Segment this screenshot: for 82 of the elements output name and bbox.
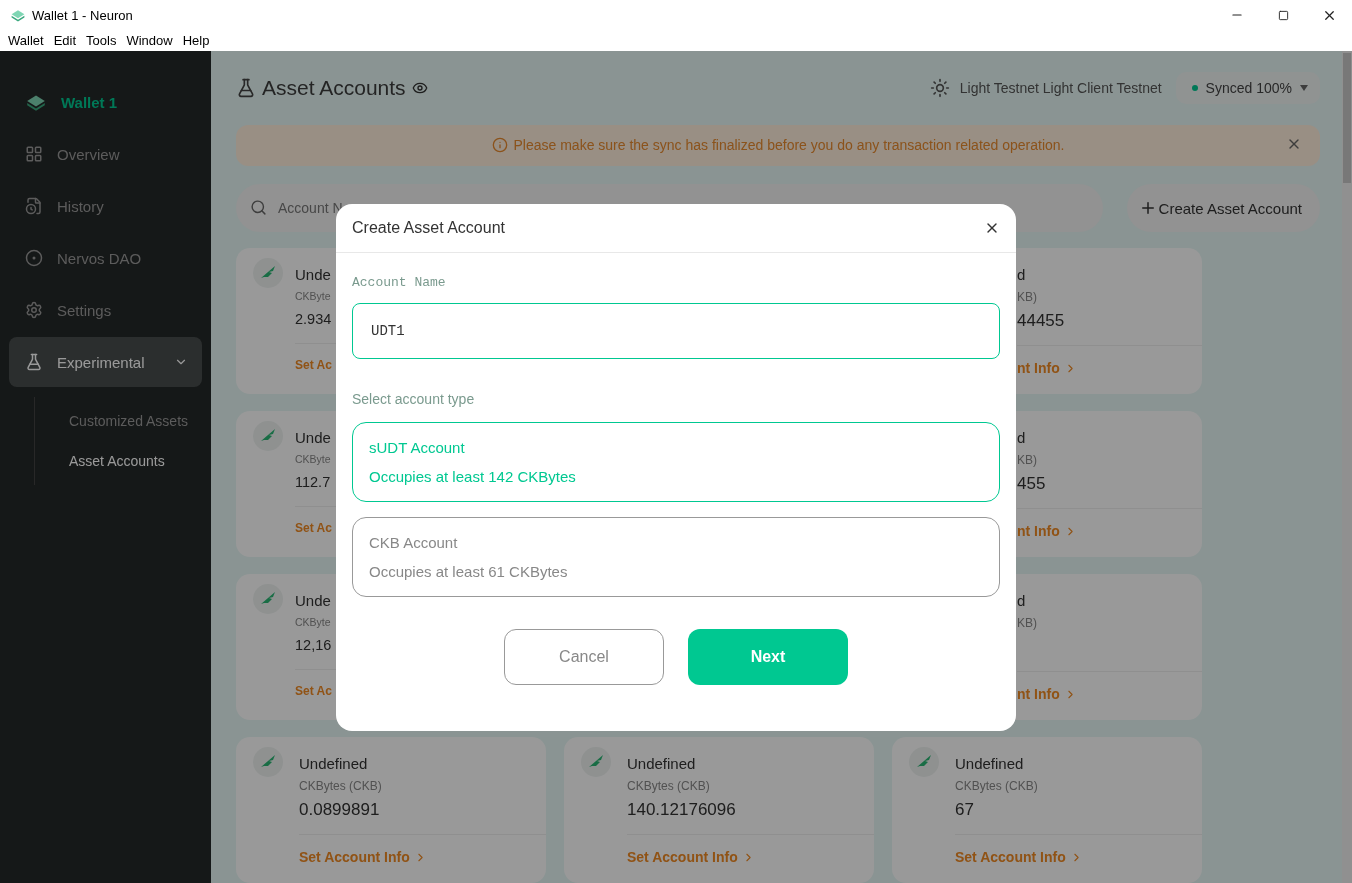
menu-item[interactable]: Help xyxy=(177,33,215,48)
feather-icon xyxy=(253,258,283,288)
account-balance: 112.7 xyxy=(295,474,331,490)
flask-icon xyxy=(236,77,256,98)
sun-icon xyxy=(929,77,950,98)
section-label: Select account type xyxy=(352,390,476,407)
sidebar-item[interactable]: Settings xyxy=(9,285,202,335)
sidebar-subitem[interactable]: Customized Assets xyxy=(35,405,202,437)
wallet-name: Wallet 1 xyxy=(61,93,118,111)
maximize-icon xyxy=(1277,9,1289,21)
set-account-info-link[interactable]: Set Ac xyxy=(295,358,332,372)
caret-icon xyxy=(1300,84,1308,91)
account-unit: CKBytes (CKB) xyxy=(627,779,710,793)
page-title: Asset Accounts xyxy=(262,75,406,100)
account-name: Unde xyxy=(295,429,331,446)
account-unit: KB) xyxy=(1017,290,1037,304)
account-type-option[interactable]: CKB Account Occupies at least 61 CKBytes xyxy=(352,516,1000,597)
set-account-info-link[interactable]: Set Ac xyxy=(295,684,332,698)
account-name-field[interactable]: UDT1 xyxy=(352,302,1000,359)
search-icon xyxy=(250,199,267,217)
alert-text: Please make sure the sync has finalized before you do any transaction related operation. xyxy=(513,137,1065,154)
scrollbar[interactable] xyxy=(1342,51,1352,883)
wallet-logo-icon xyxy=(10,7,26,23)
settings-icon xyxy=(25,301,43,319)
account-balance: 12,16 xyxy=(295,637,332,653)
account-name: Undefined xyxy=(299,755,368,772)
account-name: d xyxy=(1017,429,1026,446)
feather-icon xyxy=(253,584,283,614)
menu-item[interactable]: Edit xyxy=(48,33,82,48)
account-name: Unde xyxy=(295,266,331,283)
set-account-info-link[interactable]: Set Account Info xyxy=(299,849,427,865)
account-name: Undefined xyxy=(627,755,696,772)
feather-icon xyxy=(909,747,939,777)
account-unit: KB) xyxy=(1017,453,1037,467)
menu-item[interactable]: Window xyxy=(121,33,178,48)
sidebar-subitem[interactable]: Asset Accounts xyxy=(35,445,202,477)
sidebar-item[interactable]: History xyxy=(9,181,202,231)
account-unit: CKBytes (CKB) xyxy=(299,779,382,793)
sync-status[interactable]: Synced 100% xyxy=(1175,71,1320,104)
account-balance: 44455 xyxy=(1017,311,1065,331)
cancel-button[interactable]: Cancel xyxy=(504,628,664,685)
account-name: d xyxy=(1017,266,1026,283)
account-name: Unde xyxy=(295,592,331,609)
dialog-title: Create Asset Account xyxy=(352,218,506,237)
account-unit: KB) xyxy=(1017,616,1037,630)
grid-icon xyxy=(25,145,43,163)
set-account-info-link[interactable]: Set Account Info xyxy=(955,849,1083,865)
sidebar-item[interactable]: Experimental xyxy=(9,337,202,387)
account-balance: 67 xyxy=(955,800,974,820)
account-name: Undefined xyxy=(955,755,1024,772)
account-balance: 2.934 xyxy=(295,311,332,327)
field-label: Account Name xyxy=(352,274,447,290)
account-balance: 140.12176096 xyxy=(627,800,736,820)
set-account-info-link[interactable]: Set Ac xyxy=(295,521,332,535)
window-title: Wallet 1 - Neuron xyxy=(32,7,134,23)
set-account-info-link[interactable]: nt Info xyxy=(1017,523,1077,539)
feather-icon xyxy=(581,747,611,777)
account-unit: CKByte xyxy=(295,616,331,628)
sidebar-item[interactable]: Nervos DAO xyxy=(9,233,202,283)
account-balance: 0.0899891 xyxy=(299,800,380,820)
account-unit: CKBytes (CKB) xyxy=(955,779,1038,793)
menu-item[interactable]: Tools xyxy=(81,33,122,48)
info-icon xyxy=(491,137,508,154)
account-name: d xyxy=(1017,592,1026,609)
create-account-button[interactable]: Create Asset Account xyxy=(1126,184,1320,232)
account-balance: 455 xyxy=(1017,474,1046,494)
next-button[interactable]: Next xyxy=(688,628,848,685)
history-icon xyxy=(25,197,43,215)
set-account-info-link[interactable]: nt Info xyxy=(1017,360,1077,376)
set-account-info-link[interactable]: Set Account Info xyxy=(627,849,755,865)
feather-icon xyxy=(253,421,283,451)
status-dot-icon xyxy=(1191,84,1198,91)
account-unit: CKByte xyxy=(295,290,331,302)
sidebar-item[interactable]: Overview xyxy=(9,129,202,179)
circle-icon xyxy=(25,249,43,267)
menu-item[interactable]: Wallet xyxy=(3,33,49,48)
account-type-option[interactable]: sUDT Account Occupies at least 142 CKBytes xyxy=(352,421,1000,502)
account-unit: CKByte xyxy=(295,453,331,465)
set-account-info-link[interactable]: nt Info xyxy=(1017,686,1077,702)
network-name: Light Testnet Light Client Testnet xyxy=(959,79,1162,96)
feather-icon xyxy=(253,747,283,777)
flask-icon xyxy=(25,353,43,371)
